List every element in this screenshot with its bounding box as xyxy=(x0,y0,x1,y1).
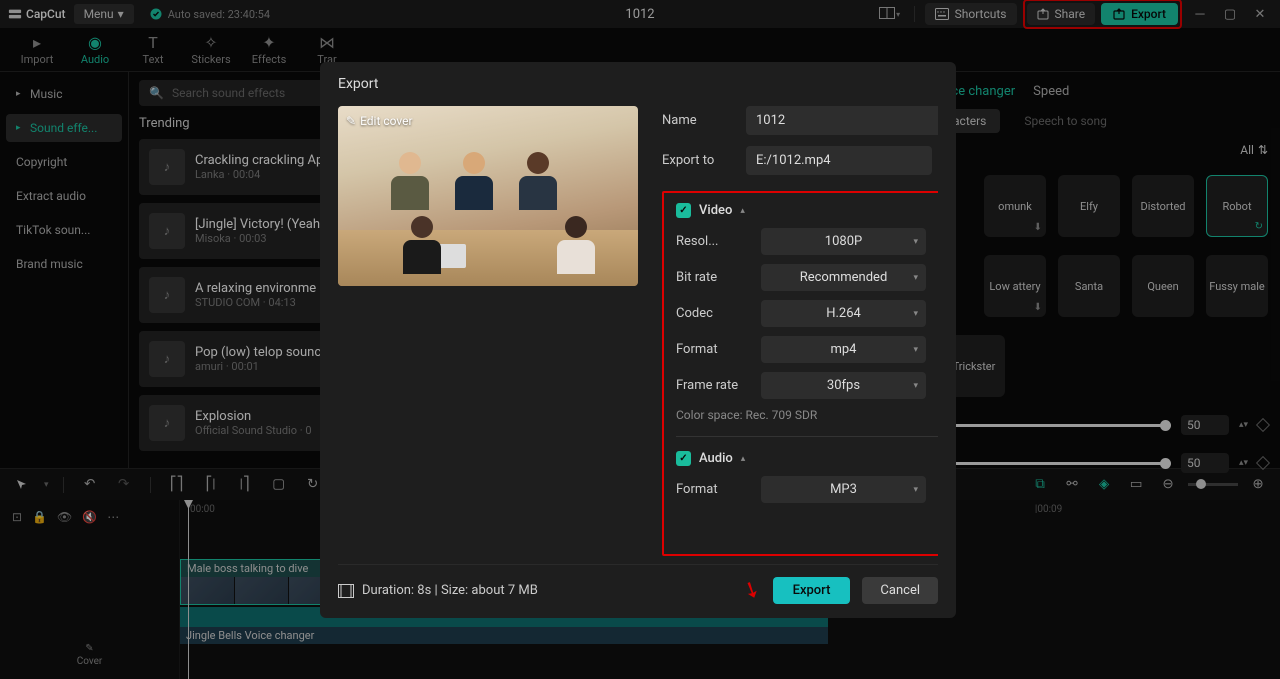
film-icon xyxy=(338,584,354,598)
cover-preview[interactable]: ✎ Edit cover xyxy=(338,106,638,286)
audio-section-header: ✓ Audio ▴ xyxy=(676,451,938,466)
modal-footer: Duration: 8s | Size: about 7 MB ➘ Export… xyxy=(338,564,938,604)
name-input[interactable] xyxy=(746,106,938,135)
exportto-row: Export to xyxy=(662,145,938,175)
modal-body: ✎ Edit cover Name Export to ✓ xyxy=(338,106,938,556)
caret-down-icon: ▾ xyxy=(913,345,918,355)
divider xyxy=(676,436,938,437)
modal-right: Name Export to ✓ Video ▴ Resol...1080P▾ … xyxy=(662,106,938,556)
caret-down-icon: ▾ xyxy=(913,273,918,283)
name-label: Name xyxy=(662,113,734,128)
exportto-input[interactable] xyxy=(746,146,932,175)
caret-up-icon[interactable]: ▴ xyxy=(740,206,745,216)
caret-down-icon: ▾ xyxy=(913,309,918,319)
name-row: Name xyxy=(662,106,938,135)
video-checkbox[interactable]: ✓ xyxy=(676,203,691,218)
codec-select[interactable]: H.264▾ xyxy=(761,300,926,327)
red-arrow-annotation: ➘ xyxy=(738,575,765,605)
caret-up-icon[interactable]: ▴ xyxy=(741,454,746,464)
footer-buttons: ➘ Export Cancel xyxy=(742,577,938,604)
edit-cover-button[interactable]: ✎ Edit cover xyxy=(346,114,413,128)
modal-left: ✎ Edit cover xyxy=(338,106,638,556)
cancel-button[interactable]: Cancel xyxy=(862,577,938,604)
format-select[interactable]: mp4▾ xyxy=(761,336,926,363)
modal-title: Export xyxy=(338,76,938,92)
framerate-select[interactable]: 30fps▾ xyxy=(761,372,926,399)
audio-checkbox[interactable]: ✓ xyxy=(676,451,691,466)
export-settings-box: ✓ Video ▴ Resol...1080P▾ Bit rateRecomme… xyxy=(662,191,938,556)
export-modal: Export ✎ xyxy=(320,62,956,618)
resolution-select[interactable]: 1080P▾ xyxy=(761,228,926,255)
caret-down-icon: ▾ xyxy=(913,237,918,247)
footer-info: Duration: 8s | Size: about 7 MB xyxy=(338,583,538,598)
pencil-icon: ✎ xyxy=(346,114,356,128)
bitrate-select[interactable]: Recommended▾ xyxy=(761,264,926,291)
exportto-label: Export to xyxy=(662,153,734,168)
caret-down-icon: ▾ xyxy=(913,381,918,391)
colorspace-info: Color space: Rec. 709 SDR xyxy=(676,408,938,422)
meeting-scene-image xyxy=(338,106,638,286)
audio-format-select[interactable]: MP3▾ xyxy=(761,476,926,503)
export-confirm-button[interactable]: Export xyxy=(773,577,851,604)
video-section-header: ✓ Video ▴ xyxy=(676,203,938,218)
caret-down-icon: ▾ xyxy=(913,485,918,495)
